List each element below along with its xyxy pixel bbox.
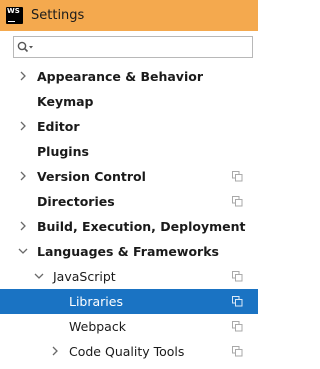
search-icon[interactable]	[17, 41, 35, 54]
chevron-down-icon[interactable]	[16, 244, 30, 258]
chevron-right-icon[interactable]	[16, 119, 30, 133]
tree-item-label: Directories	[37, 194, 115, 209]
tree-item-languages-frameworks[interactable]: Languages & Frameworks	[0, 239, 258, 264]
title-bar: WS Settings	[0, 0, 258, 31]
project-scope-icon	[232, 271, 243, 282]
chevron-down-icon[interactable]	[32, 269, 46, 283]
tree-item-editor[interactable]: Editor	[0, 114, 258, 139]
tree-item-label: Version Control	[37, 169, 146, 184]
tree-item-build-execution-deployment[interactable]: Build, Execution, Deployment	[0, 214, 258, 239]
tree-item-keymap[interactable]: Keymap	[0, 89, 258, 114]
project-scope-icon	[232, 196, 243, 207]
settings-search[interactable]	[13, 36, 253, 58]
tree-item-label: Appearance & Behavior	[37, 69, 203, 84]
tree-item-label: Webpack	[69, 319, 126, 334]
chevron-right-icon[interactable]	[16, 219, 30, 233]
tree-item-directories[interactable]: Directories	[0, 189, 258, 214]
tree-item-webpack[interactable]: Webpack	[0, 314, 258, 339]
search-input[interactable]	[36, 39, 246, 55]
webstorm-logo-icon: WS	[6, 7, 23, 24]
project-scope-icon	[232, 296, 243, 307]
project-scope-icon	[232, 171, 243, 182]
tree-item-label: Code Quality Tools	[69, 344, 185, 359]
tree-item-label: JavaScript	[53, 269, 116, 284]
tree-item-version-control[interactable]: Version Control	[0, 164, 258, 189]
tree-item-javascript[interactable]: JavaScript	[0, 264, 258, 289]
tree-item-label: Plugins	[37, 144, 89, 159]
tree-item-libraries[interactable]: Libraries	[0, 289, 258, 314]
tree-item-appearance-behavior[interactable]: Appearance & Behavior	[0, 64, 258, 89]
chevron-right-icon[interactable]	[48, 344, 62, 358]
window-title: Settings	[31, 8, 85, 23]
project-scope-icon	[232, 321, 243, 332]
tree-item-plugins[interactable]: Plugins	[0, 139, 258, 164]
tree-item-label: Editor	[37, 119, 80, 134]
project-scope-icon	[232, 346, 243, 357]
tree-item-label: Keymap	[37, 94, 94, 109]
tree-item-label: Build, Execution, Deployment	[37, 219, 246, 234]
chevron-right-icon[interactable]	[16, 169, 30, 183]
tree-item-label: Languages & Frameworks	[37, 244, 219, 259]
chevron-right-icon[interactable]	[16, 69, 30, 83]
tree-item-code-quality-tools[interactable]: Code Quality Tools	[0, 339, 258, 364]
tree-item-label: Libraries	[69, 294, 123, 309]
